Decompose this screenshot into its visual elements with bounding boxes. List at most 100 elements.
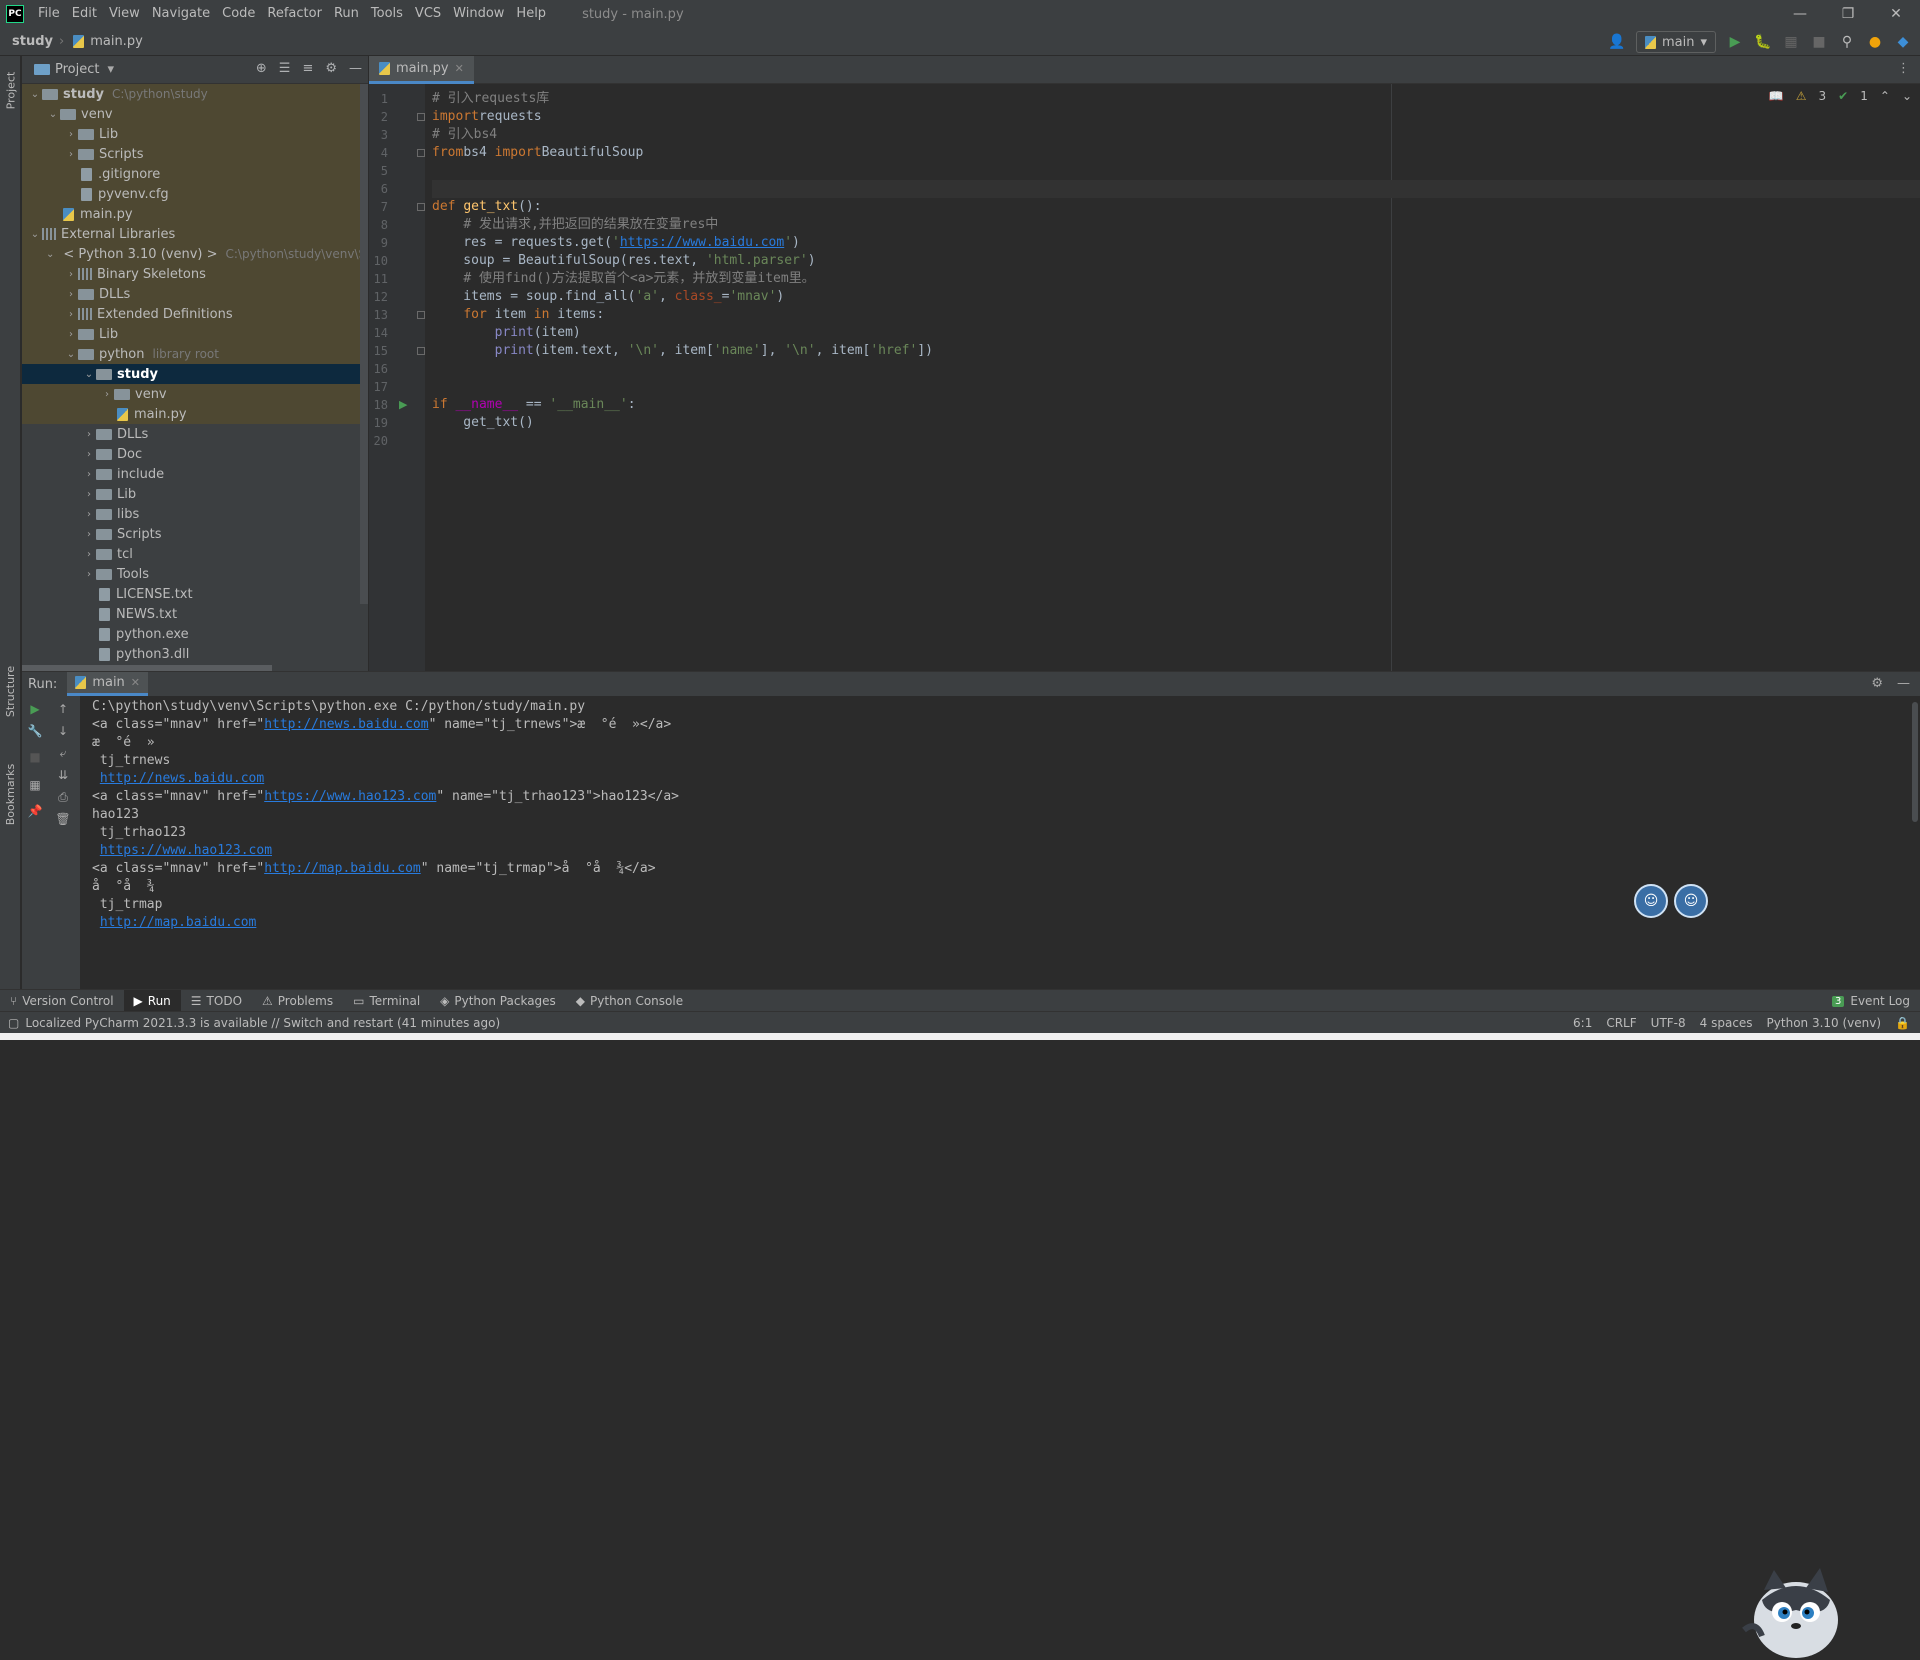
menu-refactor[interactable]: Refactor [261, 0, 328, 28]
pin-icon[interactable]: 📌 [26, 802, 44, 820]
chevron-right-icon[interactable]: › [82, 449, 96, 460]
menu-run[interactable]: Run [328, 0, 365, 28]
tree-node[interactable]: main.py [22, 404, 360, 424]
gear-icon[interactable]: ⚙ [325, 61, 337, 76]
tree-node[interactable]: › Lib [22, 324, 360, 344]
expand-all-icon[interactable]: ☰ [279, 61, 291, 76]
search-icon[interactable]: ⚲ [1838, 33, 1856, 51]
fold-marker-icon[interactable] [417, 113, 425, 121]
chevron-right-icon[interactable]: › [64, 129, 78, 140]
indent-setting[interactable]: 4 spaces [1700, 1016, 1753, 1030]
chevron-right-icon[interactable]: › [100, 389, 114, 400]
run-tab-main[interactable]: main ✕ [67, 672, 149, 696]
print-icon[interactable]: ⎙ [54, 788, 72, 806]
caret-position[interactable]: 6:1 [1573, 1016, 1592, 1030]
tree-node[interactable]: › Tools [22, 564, 360, 584]
tree-scrollbar[interactable] [360, 84, 368, 604]
menu-navigate[interactable]: Navigate [146, 0, 216, 28]
breadcrumb-project[interactable]: study [12, 34, 53, 49]
notification-icon[interactable]: ▢ [8, 1016, 19, 1030]
menu-window[interactable]: Window [447, 0, 510, 28]
tree-node[interactable]: › Doc [22, 444, 360, 464]
chevron-right-icon[interactable]: › [82, 429, 96, 440]
chevron-right-icon[interactable]: › [82, 509, 96, 520]
chevron-right-icon[interactable]: › [64, 149, 78, 160]
console-link[interactable]: http://news.baidu.com [100, 771, 264, 786]
console-link[interactable]: http://map.baidu.com [264, 861, 421, 876]
chevron-down-icon[interactable]: ⌄ [46, 109, 60, 120]
tool-python-console[interactable]: ◆ Python Console [566, 990, 693, 1012]
tree-node[interactable]: › Scripts [22, 144, 360, 164]
structure-tool-tab[interactable]: Structure [0, 656, 21, 726]
arrow-up-icon[interactable]: ↑ [54, 700, 72, 718]
console-link[interactable]: https://www.hao123.com [264, 789, 436, 804]
collapse-all-icon[interactable]: ≡ [302, 61, 313, 76]
code-area[interactable]: # 引入requests库 importrequests # 引入bs4 frombs… [432, 84, 1920, 671]
run-gutter-icon[interactable]: ▶ [399, 398, 407, 411]
chevron-right-icon[interactable]: › [82, 529, 96, 540]
project-tool-tab[interactable]: Project [0, 62, 21, 118]
hide-icon[interactable]: — [349, 61, 362, 76]
chevron-right-icon[interactable]: › [64, 269, 78, 280]
menu-view[interactable]: View [103, 0, 146, 28]
fold-marker-icon[interactable] [417, 347, 425, 355]
assistant-avatar-icon[interactable]: ☺ [1674, 884, 1708, 918]
soft-wrap-icon[interactable]: ⤶ [54, 744, 72, 762]
chevron-right-icon[interactable]: › [82, 549, 96, 560]
user-icon[interactable]: 👤 [1608, 33, 1626, 51]
tool-todo[interactable]: ☰ TODO [181, 990, 252, 1012]
rerun-icon[interactable]: ▶ [26, 700, 44, 718]
coverage-icon[interactable]: ▦ [1782, 33, 1800, 51]
chevron-right-icon[interactable]: › [82, 489, 96, 500]
chevron-right-icon[interactable]: › [82, 469, 96, 480]
chevron-down-icon[interactable]: ⌄ [82, 369, 96, 380]
chevron-right-icon[interactable]: › [64, 289, 78, 300]
tree-node[interactable]: python3.dll [22, 644, 360, 663]
chevron-down-icon[interactable]: ⌄ [28, 89, 42, 100]
fold-marker-icon[interactable] [417, 203, 425, 211]
run-config-select[interactable]: main ▾ [1635, 31, 1716, 53]
file-encoding[interactable]: UTF-8 [1651, 1016, 1686, 1030]
tree-node[interactable]: ⌄ study [22, 364, 360, 384]
menu-vcs[interactable]: VCS [409, 0, 447, 28]
console-link[interactable]: http://news.baidu.com [264, 717, 428, 732]
menu-help[interactable]: Help [510, 0, 552, 28]
layout-icon[interactable]: ▦ [26, 776, 44, 794]
tree-node[interactable]: › DLLs [22, 284, 360, 304]
tree-node[interactable]: › DLLs [22, 424, 360, 444]
menu-tools[interactable]: Tools [365, 0, 409, 28]
minimize-icon[interactable]: — [1776, 0, 1824, 28]
debug-icon[interactable]: 🐛 [1754, 33, 1772, 51]
tree-node[interactable]: NEWS.txt [22, 604, 360, 624]
more-options-icon[interactable]: ⋮ [1897, 61, 1910, 76]
tree-node[interactable]: › libs [22, 504, 360, 524]
locate-icon[interactable]: ⊕ [256, 61, 267, 76]
event-log-button[interactable]: 3 Event Log [1832, 990, 1910, 1012]
interpreter[interactable]: Python 3.10 (venv) [1767, 1016, 1882, 1030]
tree-node[interactable]: › Scripts [22, 524, 360, 544]
console-link[interactable]: http://map.baidu.com [100, 915, 257, 930]
console-scrollbar[interactable] [1912, 702, 1918, 822]
tree-node[interactable]: › Binary Skeletons [22, 264, 360, 284]
breadcrumb-file[interactable]: main.py [90, 34, 143, 49]
trash-icon[interactable]: 🗑 [54, 810, 72, 828]
tree-node[interactable]: › Lib [22, 124, 360, 144]
chevron-down-icon[interactable]: ⌄ [28, 229, 42, 240]
gear-icon[interactable]: ⚙ [1871, 676, 1883, 691]
menu-edit[interactable]: Edit [66, 0, 103, 28]
menu-code[interactable]: Code [216, 0, 261, 28]
scroll-to-end-icon[interactable]: ⇊ [54, 766, 72, 784]
jetbrains-icon[interactable]: ◆ [1894, 33, 1912, 51]
wrench-icon[interactable]: 🔧 [26, 722, 44, 740]
tree-node[interactable]: LICENSE.txt [22, 584, 360, 604]
tree-node[interactable]: ⌄ python library root [22, 344, 360, 364]
menu-file[interactable]: File [32, 0, 66, 28]
console-output[interactable]: C:\python\study\venv\Scripts\python.exe … [92, 696, 1908, 989]
chevron-right-icon[interactable]: › [64, 309, 78, 320]
restore-icon[interactable]: ❐ [1824, 0, 1872, 28]
close-icon[interactable]: ✕ [455, 62, 464, 75]
hide-icon[interactable]: — [1897, 676, 1910, 691]
chevron-right-icon[interactable]: › [64, 329, 78, 340]
stop-icon[interactable]: ■ [26, 748, 44, 766]
project-title[interactable]: Project [55, 62, 99, 77]
